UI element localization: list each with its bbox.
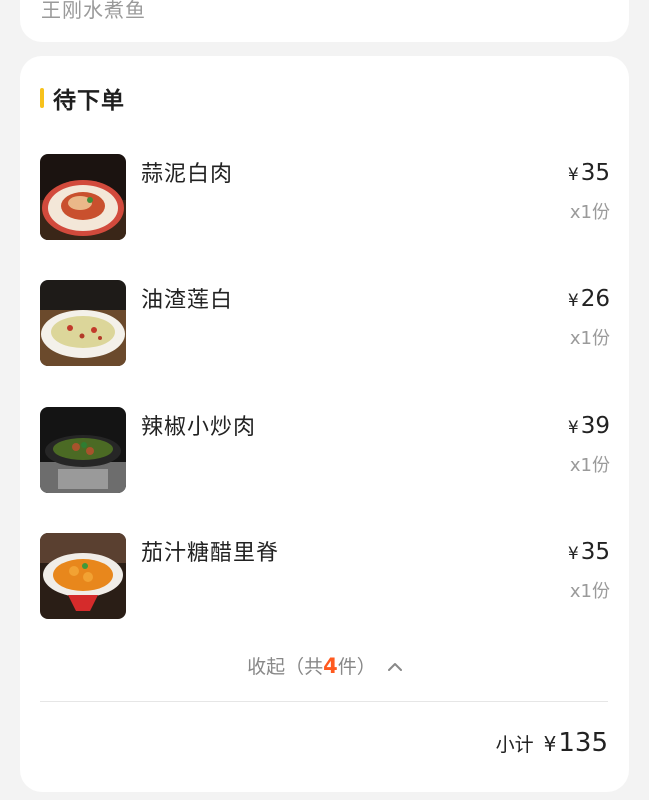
dish-quantity: x1份 xyxy=(569,328,610,349)
currency-symbol: ¥ xyxy=(567,544,579,564)
dish-quantity: x1份 xyxy=(569,455,610,476)
item-count: 4 xyxy=(323,654,338,678)
section-header: 待下单 xyxy=(40,84,125,114)
pending-order-card: 待下单 蒜泥白肉 ¥35 x1份 油渣莲白 ¥26 x1份 辣椒小炒肉 ¥39 … xyxy=(20,56,629,792)
collapse-suffix: 件） xyxy=(337,656,376,678)
divider xyxy=(40,701,608,702)
previous-dish-name: 王刚水煮鱼 xyxy=(41,0,146,22)
dish-price: ¥26 xyxy=(568,286,610,312)
price-value: 39 xyxy=(580,413,610,439)
currency-symbol: ¥ xyxy=(567,165,579,185)
dish-image xyxy=(40,533,126,619)
subtotal: 小计 ¥ 135 xyxy=(496,728,608,758)
order-item[interactable]: 辣椒小炒肉 ¥39 x1份 xyxy=(40,407,610,493)
order-item[interactable]: 蒜泥白肉 ¥35 x1份 xyxy=(40,154,610,240)
subtotal-amount: 135 xyxy=(558,728,608,758)
collapse-button[interactable]: 收起（共4件） xyxy=(20,652,629,679)
dish-image xyxy=(40,154,126,240)
dish-image xyxy=(40,407,126,493)
section-title: 待下单 xyxy=(53,88,125,114)
dish-name: 茄汁糖醋里脊 xyxy=(141,541,280,566)
order-item[interactable]: 茄汁糖醋里脊 ¥35 x1份 xyxy=(40,533,610,619)
section-accent-bar xyxy=(40,88,44,108)
dish-quantity: x1份 xyxy=(569,202,610,223)
price-value: 35 xyxy=(580,160,610,186)
chevron-up-icon xyxy=(387,655,402,677)
price-value: 35 xyxy=(580,539,610,565)
currency-symbol: ¥ xyxy=(543,732,557,756)
order-page: 王刚水煮鱼 待下单 蒜泥白肉 ¥35 x1份 油渣莲白 ¥26 x1份 辣椒小炒… xyxy=(0,0,649,800)
dish-name: 辣椒小炒肉 xyxy=(141,415,257,440)
dish-price: ¥39 xyxy=(568,413,610,439)
currency-symbol: ¥ xyxy=(567,291,579,311)
dish-price: ¥35 xyxy=(568,539,610,565)
dish-image xyxy=(40,280,126,366)
dish-quantity: x1份 xyxy=(569,581,610,602)
dish-name: 蒜泥白肉 xyxy=(141,162,234,187)
currency-symbol: ¥ xyxy=(567,418,579,438)
previous-order-card: 王刚水煮鱼 xyxy=(20,0,629,42)
order-item[interactable]: 油渣莲白 ¥26 x1份 xyxy=(40,280,610,366)
dish-name: 油渣莲白 xyxy=(141,288,234,313)
collapse-prefix: 收起（共 xyxy=(247,656,324,678)
price-value: 26 xyxy=(580,286,610,312)
dish-price: ¥35 xyxy=(568,160,610,186)
subtotal-label: 小计 xyxy=(495,734,534,756)
